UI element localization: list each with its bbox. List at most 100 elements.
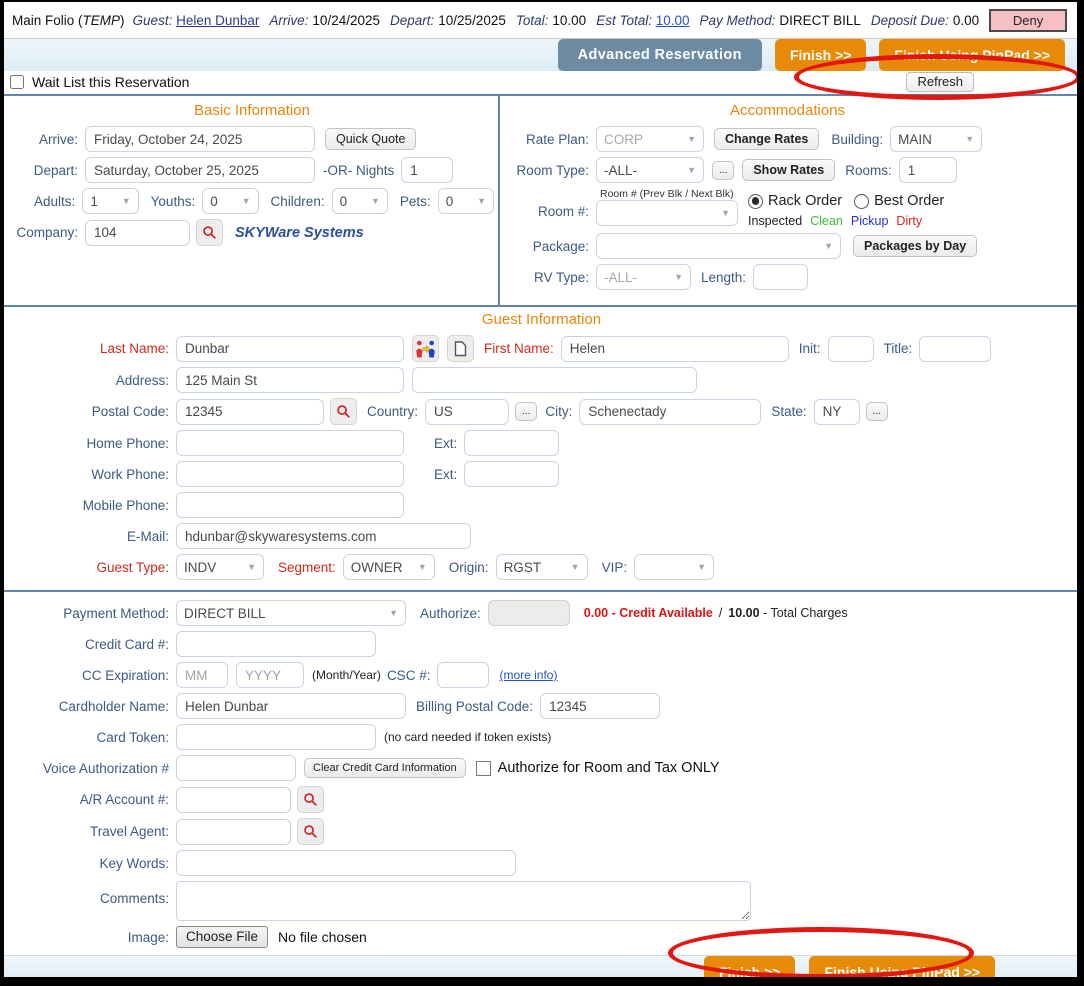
home-ext-input[interactable] bbox=[464, 430, 559, 456]
cc-month-input[interactable] bbox=[176, 662, 228, 688]
youths-label: Youths: bbox=[151, 194, 203, 209]
new-guest-button[interactable] bbox=[447, 335, 474, 362]
pets-select[interactable]: 0▼ bbox=[438, 188, 494, 214]
room-status-legend: InspectedCleanPickupDirty bbox=[748, 214, 944, 228]
chevron-down-icon: ▼ bbox=[247, 562, 256, 572]
card-token-label: Card Token: bbox=[10, 730, 176, 745]
billing-postal-input[interactable] bbox=[540, 693, 660, 719]
init-input[interactable] bbox=[828, 336, 874, 362]
origin-select[interactable]: RGST▼ bbox=[496, 554, 588, 580]
credit-card-input[interactable] bbox=[176, 631, 376, 657]
waitlist-checkbox[interactable] bbox=[10, 75, 24, 89]
voice-auth-input[interactable] bbox=[176, 755, 296, 781]
rooms-input[interactable] bbox=[899, 157, 957, 183]
company-input[interactable] bbox=[85, 220, 190, 246]
address-label: Address: bbox=[10, 373, 176, 388]
segment-select[interactable]: OWNER▼ bbox=[343, 554, 435, 580]
room-number-note: Room # (Prev Blk / Next Blk) bbox=[600, 188, 738, 200]
chevron-down-icon: ▼ bbox=[965, 134, 974, 144]
title-input[interactable] bbox=[919, 336, 991, 362]
rv-type-select[interactable]: -ALL-▼ bbox=[596, 264, 691, 290]
country-more-button[interactable]: ... bbox=[515, 402, 537, 421]
room-type-more-button[interactable]: ... bbox=[712, 161, 734, 180]
comments-label: Comments: bbox=[10, 881, 176, 906]
address-line2-input[interactable] bbox=[412, 367, 697, 393]
ar-account-input[interactable] bbox=[176, 787, 291, 813]
choose-file-button[interactable]: Choose File bbox=[176, 926, 268, 948]
first-name-label: First Name: bbox=[484, 341, 561, 356]
email-input[interactable] bbox=[176, 523, 471, 549]
ar-account-search-button[interactable] bbox=[297, 786, 324, 813]
cardholder-name-input[interactable] bbox=[176, 693, 406, 719]
nights-input[interactable] bbox=[401, 157, 453, 183]
est-total-field: Est Total: 10.00 bbox=[596, 13, 689, 28]
csc-input[interactable] bbox=[437, 662, 489, 688]
best-order-radio[interactable] bbox=[854, 194, 869, 209]
guest-type-select[interactable]: INDV▼ bbox=[176, 554, 264, 580]
change-rates-button[interactable]: Change Rates bbox=[714, 128, 819, 150]
finish-pinpad-button-bottom[interactable]: Finish Using PinPad >> bbox=[809, 956, 995, 986]
key-words-input[interactable] bbox=[176, 850, 516, 876]
rack-order-radio[interactable] bbox=[748, 194, 763, 209]
postal-search-button[interactable] bbox=[330, 398, 357, 425]
mobile-phone-input[interactable] bbox=[176, 492, 404, 518]
package-select[interactable]: ▼ bbox=[596, 233, 841, 259]
country-input[interactable] bbox=[425, 399, 509, 425]
building-select[interactable]: MAIN▼ bbox=[890, 126, 982, 152]
room-number-select[interactable]: ▼ bbox=[596, 200, 738, 226]
arrive-date-input[interactable] bbox=[85, 126, 315, 152]
payment-method-select[interactable]: DIRECT BILL▼ bbox=[176, 600, 406, 626]
deposit-due-field: Deposit Due:0.00 bbox=[871, 13, 979, 28]
children-select[interactable]: 0▼ bbox=[332, 188, 388, 214]
cc-year-input[interactable] bbox=[236, 662, 304, 688]
travel-agent-label: Travel Agent: bbox=[10, 824, 176, 839]
travel-agent-input[interactable] bbox=[176, 819, 291, 845]
length-input[interactable] bbox=[753, 264, 808, 290]
finish-button-bottom[interactable]: Finish >> bbox=[704, 956, 795, 986]
card-token-input[interactable] bbox=[176, 724, 376, 750]
first-name-input[interactable] bbox=[561, 336, 789, 362]
finish-pinpad-button-top[interactable]: Finish Using PinPad >> bbox=[879, 39, 1065, 71]
youths-select[interactable]: 0▼ bbox=[202, 188, 258, 214]
pay-method-field: Pay Method:DIRECT BILL bbox=[700, 13, 861, 28]
billing-postal-label: Billing Postal Code: bbox=[416, 699, 540, 714]
state-input[interactable] bbox=[814, 399, 860, 425]
guest-lookup-button[interactable] bbox=[412, 335, 439, 362]
country-label: Country: bbox=[367, 404, 425, 419]
more-info-link[interactable]: (more info) bbox=[499, 668, 557, 682]
address-line1-input[interactable] bbox=[176, 367, 404, 393]
depart-date-input[interactable] bbox=[85, 157, 315, 183]
advanced-reservation-button[interactable]: Advanced Reservation bbox=[558, 39, 762, 71]
work-phone-input[interactable] bbox=[176, 461, 404, 487]
state-more-button[interactable]: ... bbox=[866, 402, 888, 421]
postal-code-input[interactable] bbox=[176, 399, 324, 425]
month-year-note: (Month/Year) bbox=[312, 668, 381, 682]
room-type-select[interactable]: -ALL-▼ bbox=[596, 157, 704, 183]
deny-button[interactable]: Deny bbox=[989, 9, 1067, 32]
quick-quote-button[interactable]: Quick Quote bbox=[325, 128, 416, 150]
accommodations-panel: Accommodations Rate Plan: CORP▼ Change R… bbox=[500, 96, 1077, 305]
adults-select[interactable]: 1▼ bbox=[82, 188, 138, 214]
company-search-button[interactable] bbox=[196, 219, 223, 246]
best-order-label: Best Order bbox=[874, 193, 944, 209]
packages-by-day-button[interactable]: Packages by Day bbox=[853, 235, 977, 257]
guest-name-link[interactable]: Helen Dunbar bbox=[176, 13, 259, 28]
credit-card-label: Credit Card #: bbox=[10, 637, 176, 652]
refresh-button[interactable]: Refresh bbox=[906, 72, 974, 92]
rate-plan-select[interactable]: CORP▼ bbox=[596, 126, 704, 152]
city-input[interactable] bbox=[579, 399, 761, 425]
ar-account-label: A/R Account #: bbox=[10, 792, 176, 807]
est-total-link[interactable]: 10.00 bbox=[656, 13, 690, 28]
last-name-input[interactable] bbox=[176, 336, 404, 362]
finish-button-top[interactable]: Finish >> bbox=[775, 39, 866, 71]
room-tax-only-checkbox[interactable] bbox=[476, 761, 491, 776]
vip-select[interactable]: ▼ bbox=[634, 554, 714, 580]
comments-textarea[interactable] bbox=[176, 881, 751, 921]
payment-panel: Payment Method: DIRECT BILL▼ Authorize: … bbox=[4, 590, 1077, 955]
travel-agent-search-button[interactable] bbox=[297, 818, 324, 845]
show-rates-button[interactable]: Show Rates bbox=[742, 159, 835, 181]
search-icon bbox=[303, 824, 318, 839]
home-phone-input[interactable] bbox=[176, 430, 404, 456]
work-ext-input[interactable] bbox=[464, 461, 559, 487]
clear-credit-card-button[interactable]: Clear Credit Card Information bbox=[304, 758, 466, 778]
